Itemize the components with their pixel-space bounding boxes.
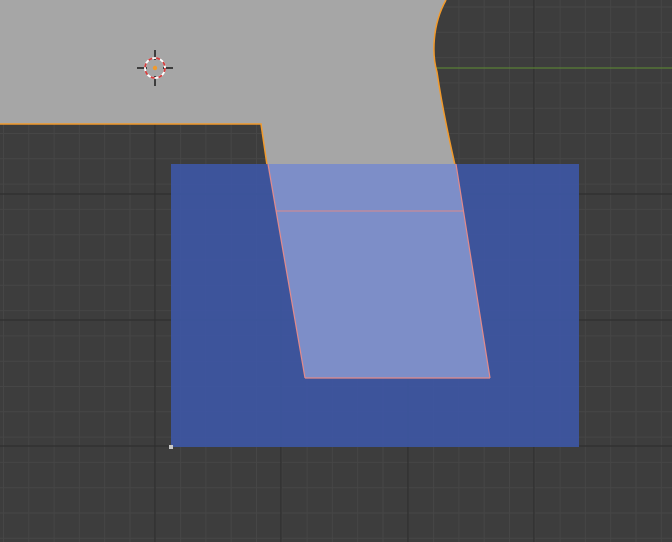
3d-viewport[interactable] — [0, 0, 672, 542]
box-select-start-handle — [169, 445, 173, 449]
selected-face[interactable] — [268, 164, 490, 378]
